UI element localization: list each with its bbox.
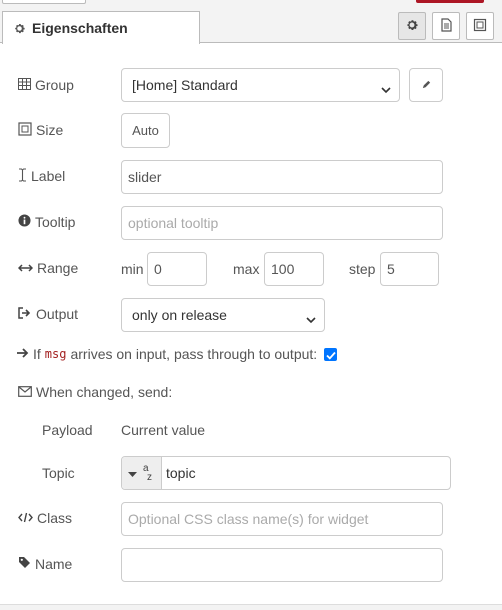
top-button-left[interactable]: [2, 0, 86, 4]
topic-type-selector[interactable]: a z: [122, 457, 162, 489]
sign-out-icon: [18, 306, 36, 322]
code-icon: [18, 510, 37, 526]
class-label: Class: [18, 508, 72, 528]
output-select[interactable]: only on release: [121, 298, 325, 332]
frame-icon: [473, 18, 487, 35]
gear-icon: [13, 22, 26, 35]
payload-value: Current value: [121, 422, 206, 438]
size-label: Size: [18, 120, 63, 140]
gear-icon: [405, 18, 419, 35]
passthrough-checkbox[interactable]: [324, 348, 337, 361]
tab-properties[interactable]: Eigenschaften: [2, 11, 200, 44]
chevron-down-icon: [381, 81, 391, 97]
range-max-label: max: [233, 261, 260, 277]
caret-down-icon: [128, 465, 137, 481]
top-button-red[interactable]: [416, 0, 484, 3]
msg-code: msg: [44, 347, 67, 361]
resize-icon: [18, 121, 36, 139]
edit-group-button[interactable]: [409, 68, 443, 102]
topic-typed-input[interactable]: a z topic: [121, 456, 451, 490]
chevron-down-icon: [306, 311, 316, 327]
tag-icon: [18, 556, 35, 572]
text-cursor-icon: [18, 167, 31, 185]
table-icon: [18, 77, 35, 93]
range-min-input[interactable]: 0: [147, 252, 207, 286]
settings-tab-button[interactable]: [398, 12, 426, 40]
passthrough-row: If msg arrives on input, pass through to…: [16, 344, 317, 364]
checkmark-icon: [325, 347, 336, 363]
description-tab-button[interactable]: [432, 12, 460, 40]
size-button[interactable]: Auto: [121, 113, 170, 148]
string-type-icon: a z: [143, 463, 152, 483]
label-label: Label: [18, 166, 65, 186]
label-input[interactable]: slider: [121, 160, 443, 194]
tooltip-label: Tooltip: [18, 212, 75, 232]
top-strip: [0, 0, 502, 10]
envelope-icon: [18, 384, 36, 400]
range-step-input[interactable]: 5: [380, 252, 439, 286]
arrow-right-icon: [16, 346, 33, 362]
horizontal-arrows-icon: [17, 260, 37, 276]
topic-value: topic: [166, 465, 196, 481]
range-max-input[interactable]: 100: [264, 252, 324, 286]
pencil-icon: [421, 77, 432, 93]
when-changed-label: When changed, send:: [18, 382, 172, 402]
tab-properties-label: Eigenschaften: [32, 20, 128, 36]
appearance-tab-button[interactable]: [466, 12, 494, 40]
range-min-label: min: [121, 261, 144, 277]
class-input[interactable]: Optional CSS class name(s) for widget: [121, 502, 443, 536]
range-step-label: step: [349, 261, 376, 277]
output-label: Output: [18, 304, 78, 324]
bottom-edge: [0, 604, 502, 610]
topic-label: Topic: [42, 465, 75, 481]
document-icon: [440, 17, 453, 35]
group-select[interactable]: [Home] Standard: [121, 68, 400, 102]
tab-bar: Eigenschaften: [0, 10, 502, 44]
tooltip-input[interactable]: optional tooltip: [121, 206, 443, 240]
name-label: Name: [18, 554, 72, 574]
range-label: Range: [17, 258, 78, 278]
name-input[interactable]: [121, 548, 443, 582]
info-icon: [18, 214, 35, 230]
payload-label: Payload: [42, 422, 93, 438]
group-label: Group: [18, 75, 74, 95]
